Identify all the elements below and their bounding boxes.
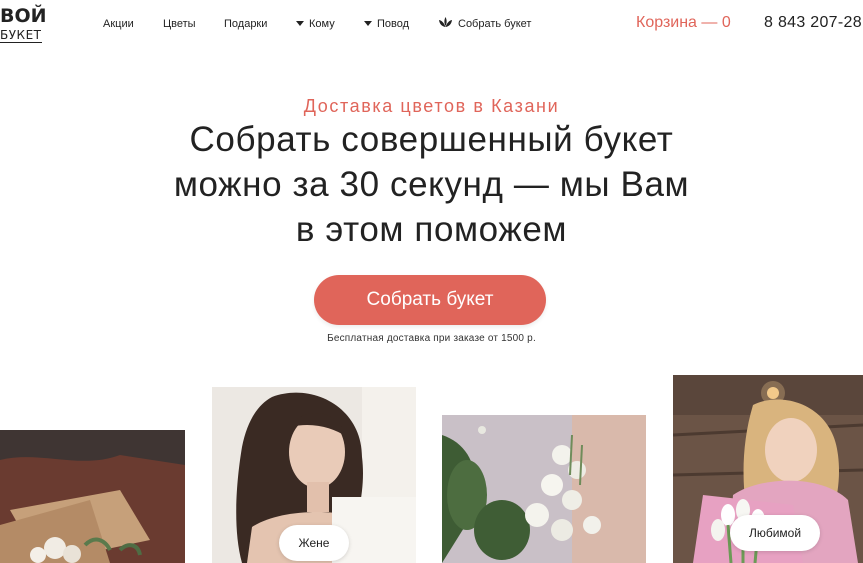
phone-number[interactable]: 8 843 207-28 (764, 14, 862, 32)
category-card-wife[interactable]: Жене (212, 387, 416, 563)
card-image (442, 415, 646, 563)
logo-underline (0, 42, 42, 43)
headline-line: в этом поможем (295, 210, 568, 249)
nav-item-for-whom[interactable]: Кому (296, 17, 335, 31)
caret-down-icon (296, 20, 304, 26)
nav-item-promotions[interactable]: Акции (103, 17, 134, 31)
logo[interactable]: ВОЙ БУКЕТ (0, 4, 47, 44)
lotus-icon (439, 17, 452, 28)
nav-item-occasion[interactable]: Повод (364, 17, 409, 31)
nav-item-gifts[interactable]: Подарки (224, 17, 267, 31)
hero-subtitle: Доставка цветов в Казани (303, 96, 560, 116)
category-card-beloved[interactable]: Любимой (673, 375, 863, 563)
headline-line: можно за 30 секунд — мы Вам (173, 165, 690, 204)
logo-text-bottom: БУКЕТ (0, 28, 42, 42)
hero-headline: Собрать совершенный букет можно за 30 се… (100, 117, 763, 252)
nav-item-flowers[interactable]: Цветы (163, 17, 196, 31)
category-card[interactable] (442, 415, 646, 563)
caret-down-icon (364, 20, 372, 26)
free-delivery-note: Бесплатная доставка при заказе от 1500 р… (327, 333, 536, 344)
nav-item-build-bouquet[interactable]: Собрать букет (438, 17, 531, 31)
card-image (0, 430, 185, 563)
headline-line: Собрать совершенный букет (189, 120, 674, 159)
category-card[interactable] (0, 430, 185, 563)
card-label-button[interactable]: Жене (279, 525, 349, 561)
logo-text-top: ВОЙ (0, 5, 47, 27)
card-label-button[interactable]: Любимой (730, 515, 820, 551)
cart-link[interactable]: Корзина — 0 (636, 14, 731, 32)
build-bouquet-button[interactable]: Собрать букет (314, 275, 546, 325)
